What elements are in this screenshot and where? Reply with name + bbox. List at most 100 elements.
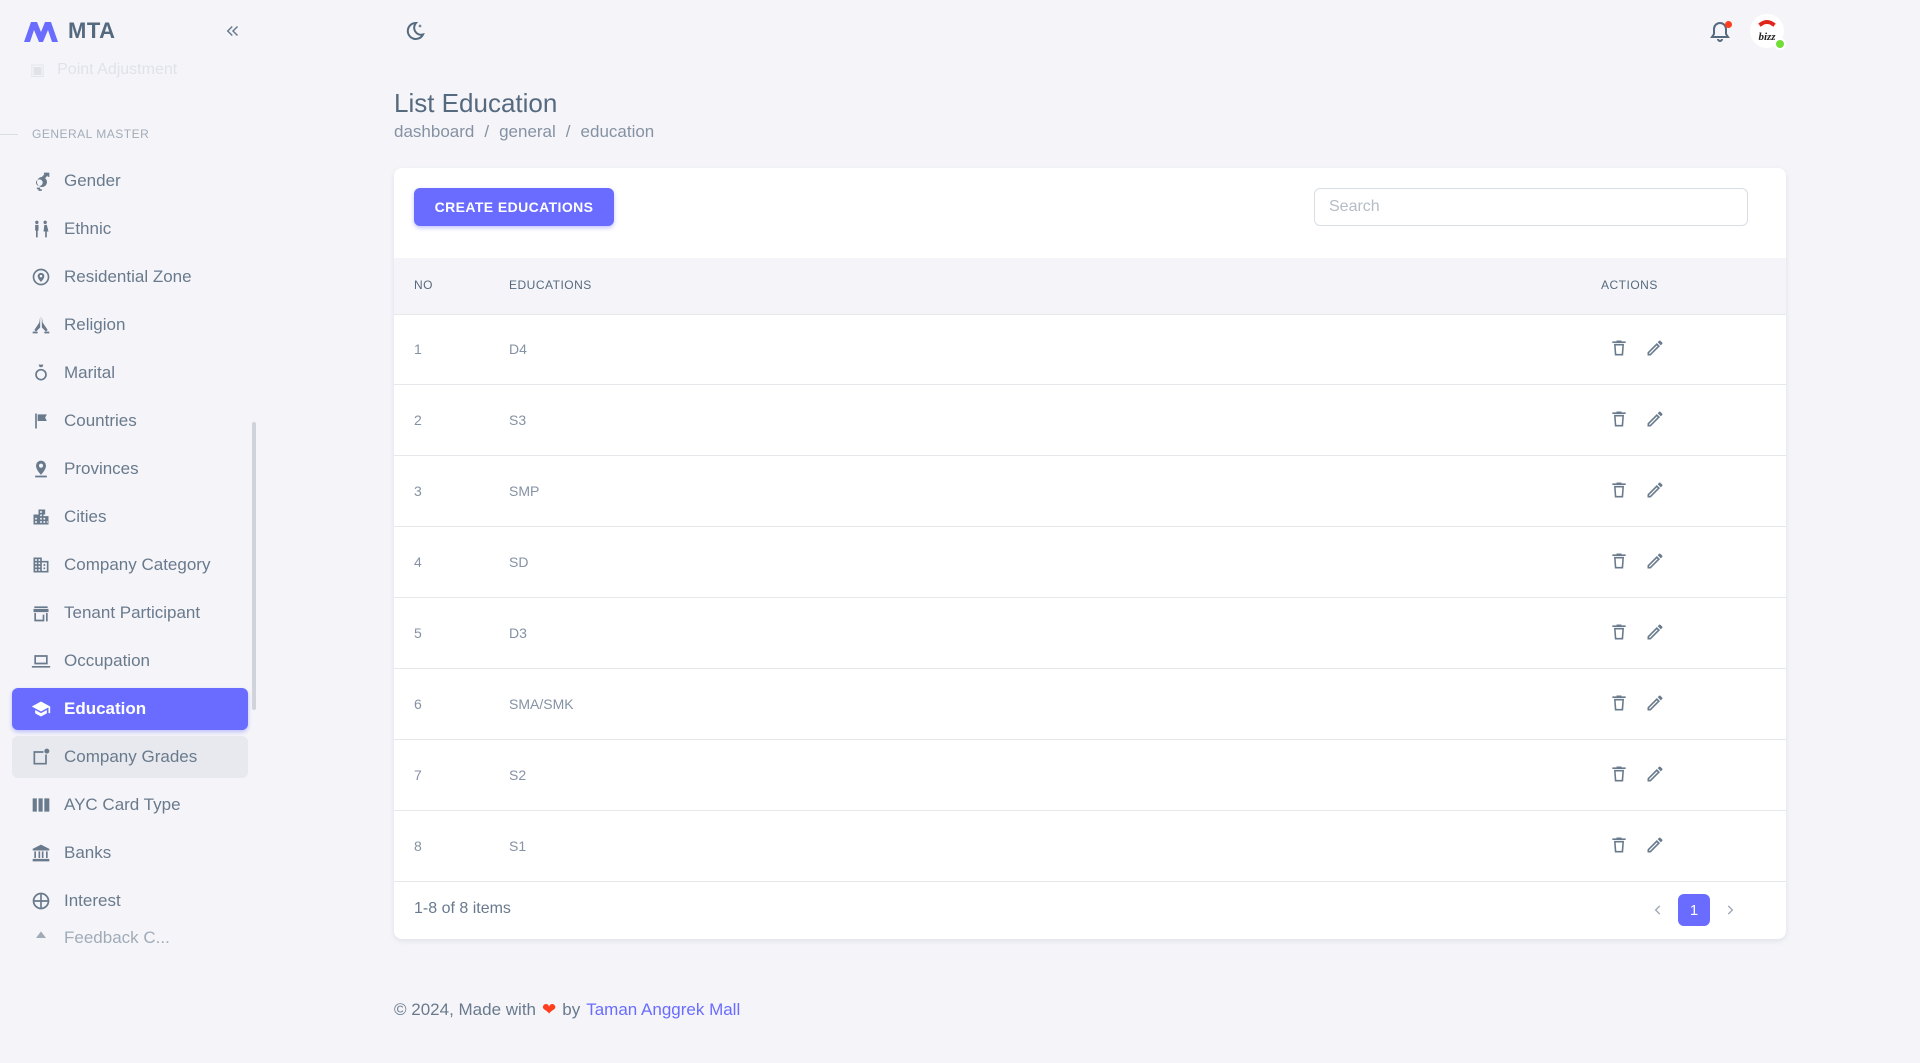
badge-notification-icon <box>30 746 52 768</box>
row-no: 2 <box>414 412 422 428</box>
table-row: 5 D3 <box>394 598 1786 669</box>
sidebar-item-label: Education <box>64 699 147 718</box>
sidebar-scrollbar[interactable] <box>252 422 256 710</box>
sidebar-item-label: Religion <box>64 315 126 334</box>
collapse-sidebar-button[interactable] <box>220 18 246 44</box>
footer-link[interactable]: Taman Anggrek Mall <box>586 1000 740 1020</box>
edit-button[interactable] <box>1643 833 1667 857</box>
next-page-button[interactable] <box>1720 900 1740 920</box>
online-status-dot <box>1774 38 1786 50</box>
sidebar-item-point-adjustment[interactable]: ▣ Point Adjustment <box>30 60 177 80</box>
sidebar-menu: Gender Ethnic Residential Zone Religion … <box>12 160 248 954</box>
sidebar-item-interest[interactable]: Interest <box>12 880 248 922</box>
sidebar-item-company-category[interactable]: Company Category <box>12 544 248 586</box>
prev-page-button[interactable] <box>1648 900 1668 920</box>
delete-button[interactable] <box>1607 833 1631 857</box>
footer-prefix: © 2024, Made with <box>394 1000 536 1019</box>
edit-button[interactable] <box>1643 407 1667 431</box>
sidebar-item-residential-zone[interactable]: Residential Zone <box>12 256 248 298</box>
breadcrumb-general[interactable]: general <box>499 122 556 142</box>
table-row: 1 D4 <box>394 314 1786 385</box>
pagination: 1 <box>1648 894 1740 926</box>
sidebar-item-religion[interactable]: Religion <box>12 304 248 346</box>
delete-button[interactable] <box>1607 407 1631 431</box>
delete-button[interactable] <box>1607 478 1631 502</box>
ring-icon <box>30 362 52 384</box>
row-no: 4 <box>414 554 422 570</box>
notifications-button[interactable] <box>1708 20 1734 46</box>
trash-icon <box>1612 766 1626 782</box>
breadcrumb-dashboard[interactable]: dashboard <box>394 122 474 142</box>
edit-button[interactable] <box>1643 691 1667 715</box>
page-footer: © 2024, Made with ❤ by Taman Anggrek Mal… <box>394 1000 740 1020</box>
sidebar-item-label: AYC Card Type <box>64 795 181 814</box>
row-no: 7 <box>414 767 422 783</box>
breadcrumb-separator: / <box>565 122 571 141</box>
sidebar-item-cities[interactable]: Cities <box>12 496 248 538</box>
trash-icon <box>1612 482 1626 498</box>
building-icon <box>30 554 52 576</box>
delete-button[interactable] <box>1607 691 1631 715</box>
sidebar-item-label: Provinces <box>64 459 139 478</box>
table-row: 4 SD <box>394 527 1786 598</box>
sidebar-item-label: Gender <box>64 171 121 190</box>
people-icon <box>30 218 52 240</box>
notification-dot <box>1725 21 1732 28</box>
sidebar-item-company-grades[interactable]: Company Grades <box>12 736 248 778</box>
row-education: S2 <box>509 767 527 783</box>
breadcrumb-education: education <box>580 122 655 141</box>
section-header: GENERAL MASTER <box>0 127 149 141</box>
create-educations-button[interactable]: CREATE EDUCATIONS <box>414 188 614 226</box>
edit-button[interactable] <box>1643 762 1667 786</box>
topbar: bizz <box>394 10 1786 56</box>
sidebar-item-ethnic[interactable]: Ethnic <box>12 208 248 250</box>
sidebar-item-label: Feedback C... <box>64 928 170 947</box>
column-header-actions: ACTIONS <box>1601 278 1658 292</box>
pencil-icon <box>1647 340 1663 356</box>
chevrons-left-icon <box>226 25 239 37</box>
heart-icon: ❤ <box>542 1000 557 1019</box>
sidebar-item-ayc-card-type[interactable]: AYC Card Type <box>12 784 248 826</box>
sidebar-item-provinces[interactable]: Provinces <box>12 448 248 490</box>
sidebar-item-label: Occupation <box>64 651 150 670</box>
sidebar-item-label: Interest <box>64 891 121 910</box>
sidebar-item-marital[interactable]: Marital <box>12 352 248 394</box>
trash-icon <box>1612 695 1626 711</box>
app-name: MTA <box>68 18 116 43</box>
edit-button[interactable] <box>1643 336 1667 360</box>
delete-button[interactable] <box>1607 549 1631 573</box>
page-button-1[interactable]: 1 <box>1678 894 1710 926</box>
theme-toggle-button[interactable] <box>402 20 428 46</box>
search-input[interactable] <box>1314 188 1748 226</box>
breadcrumb-separator: / <box>484 122 490 141</box>
city-icon <box>30 506 52 528</box>
sidebar-item-feedback[interactable]: Feedback C... <box>12 928 248 948</box>
edit-button[interactable] <box>1643 478 1667 502</box>
delete-button[interactable] <box>1607 762 1631 786</box>
row-education: D4 <box>509 341 527 357</box>
pencil-icon <box>1647 411 1663 427</box>
sidebar-item-countries[interactable]: Countries <box>12 400 248 442</box>
edit-button[interactable] <box>1643 620 1667 644</box>
footer-by: by <box>562 1000 581 1019</box>
breadcrumb: dashboard / general / education <box>394 122 654 142</box>
sidebar-item-tenant-participant[interactable]: Tenant Participant <box>12 592 248 634</box>
brand[interactable]: MTA <box>22 18 116 44</box>
sidebar-item-education[interactable]: Education <box>12 688 248 730</box>
laptop-icon <box>30 650 52 672</box>
delete-button[interactable] <box>1607 620 1631 644</box>
sidebar-item-banks[interactable]: Banks <box>12 832 248 874</box>
graduation-cap-icon <box>30 698 52 720</box>
avatar[interactable]: bizz <box>1750 14 1786 50</box>
sidebar-item-label: Banks <box>64 843 112 862</box>
pencil-icon <box>1647 482 1663 498</box>
sidebar-item-occupation[interactable]: Occupation <box>12 640 248 682</box>
sidebar-item-gender[interactable]: Gender <box>12 160 248 202</box>
pencil-icon <box>1647 553 1663 569</box>
delete-button[interactable] <box>1607 336 1631 360</box>
table-row: 7 S2 <box>394 740 1786 811</box>
trash-icon <box>1612 340 1626 356</box>
sidebar-item-label: Company Grades <box>64 747 198 766</box>
sidebar-item-label: Cities <box>64 507 107 526</box>
edit-button[interactable] <box>1643 549 1667 573</box>
